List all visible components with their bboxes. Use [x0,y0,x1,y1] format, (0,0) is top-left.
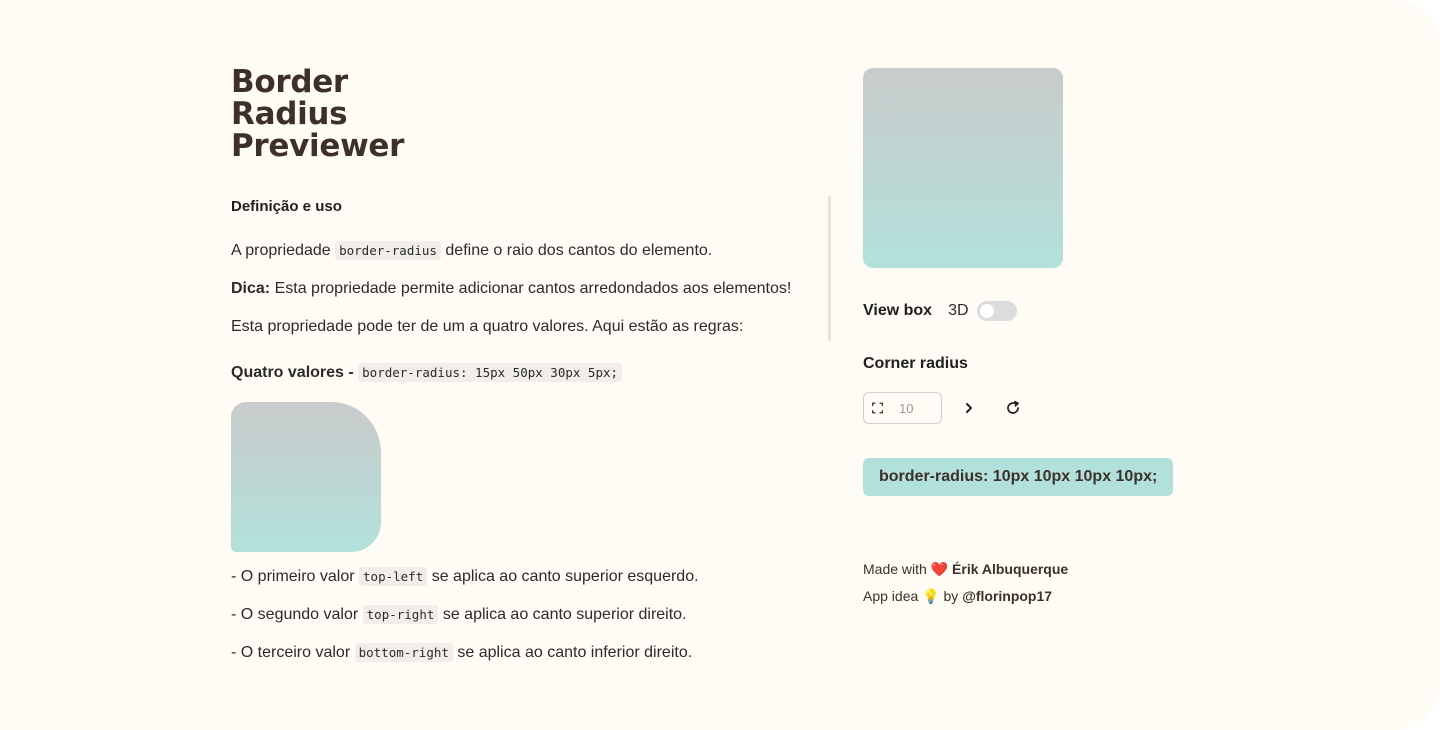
lightbulb-icon: 💡 [922,588,940,604]
radius-input-wrapper[interactable] [863,392,942,424]
four-values-heading: Quatro valores - border-radius: 15px 50p… [231,363,623,382]
credits: Made with ❤️ Érik Albuquerque App idea 💡… [863,560,1068,614]
3d-label: 3D [948,302,969,319]
idea-author-link[interactable]: @florinpop17 [962,588,1052,604]
inline-code: border-radius [335,241,441,260]
view-box-label: View box [863,302,933,319]
3d-toggle[interactable] [976,301,1017,321]
inline-code: top-right [362,605,439,624]
app-page: Border Radius Previewer Definição e uso … [0,0,1440,730]
view-box-row: View box 3D [863,301,1017,321]
rule-item: - O terceiro valor bottom-right se aplic… [231,643,693,662]
example-radius-box [231,402,381,552]
definition-panel: Border Radius Previewer Definição e uso … [231,64,821,662]
values-intro-paragraph: Esta propriedade pode ter de um a quatro… [231,318,744,335]
corner-radius-label: Corner radius [863,355,968,372]
inline-code: top-left [359,567,428,586]
scrollbar[interactable] [828,196,831,341]
next-corner-button[interactable] [958,397,980,419]
radius-input[interactable] [897,399,941,417]
toggle-knob [979,304,994,318]
inline-code: bottom-right [354,643,453,662]
corner-radius-controls [863,392,1024,424]
made-with-line: Made with ❤️ Érik Albuquerque [863,561,1069,577]
definition-paragraph: A propriedade border-radius define o rai… [231,241,713,260]
refresh-icon [1007,400,1019,414]
heart-icon: ❤️ [930,561,949,577]
tip-paragraph: Dica: Esta propriedade permite adicionar… [231,280,792,297]
inline-code: border-radius: 15px 50px 30px 5px; [358,363,623,382]
app-idea-line: App idea 💡 by @florinpop17 [863,588,1053,604]
author-link[interactable]: Érik Albuquerque [952,561,1068,577]
rule-item: - O primeiro valor top-left se aplica ao… [231,567,699,586]
css-output-code[interactable]: border-radius: 10px 10px 10px 10px; [863,458,1174,496]
definition-heading: Definição e uso [231,198,342,215]
chevron-right-icon [966,403,972,413]
preview-box [863,68,1063,268]
page-title: Border Radius Previewer [231,64,405,164]
rule-item: - O segundo valor top-right se aplica ao… [231,605,687,624]
frame-corners-icon [872,402,883,414]
reset-button[interactable] [1002,397,1024,419]
